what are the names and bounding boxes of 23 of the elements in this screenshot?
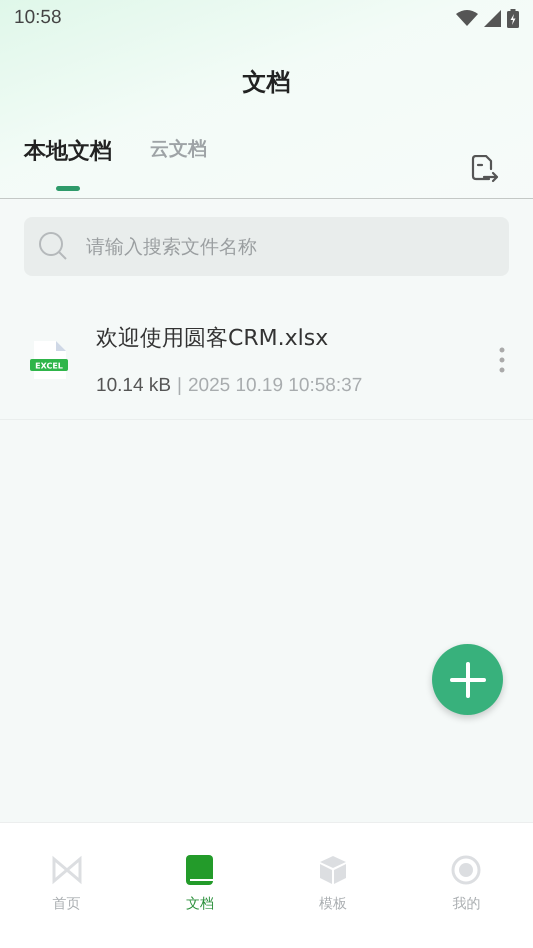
signal-icon xyxy=(484,10,501,26)
add-button[interactable] xyxy=(432,644,503,715)
bowtie-icon xyxy=(50,853,84,887)
plus-icon xyxy=(450,662,486,698)
nav-tab[interactable]: 首页 xyxy=(0,853,134,913)
tab[interactable]: 本地文档 xyxy=(24,128,112,197)
search-icon xyxy=(38,231,68,261)
file-name: 欢迎使用圆客CRM.xlsx xyxy=(96,325,330,353)
more-icon xyxy=(499,347,505,373)
search-field[interactable]: 请输入搜索文件名称 xyxy=(24,217,509,276)
file-date: 2025 10.19 10:58:37 xyxy=(188,375,362,397)
tab[interactable]: 云文档 xyxy=(150,128,207,197)
target-icon xyxy=(449,853,484,887)
wifi-icon xyxy=(456,10,478,26)
status-time: 10:58 xyxy=(14,7,62,29)
file-row[interactable]: EXCEL 欢迎使用圆客CRM.xlsx 10.14 kB | 2025 10.19 10:58:37 xyxy=(0,301,533,420)
separator: | xyxy=(177,375,182,397)
nav-tab[interactable]: 我的 xyxy=(400,853,533,913)
nav-tab[interactable]: 模板 xyxy=(266,853,400,913)
page-title: 文档 xyxy=(242,67,290,98)
battery-icon xyxy=(507,8,519,28)
nav-tab[interactable]: 文档 xyxy=(133,853,266,913)
file-size: 10.14 kB xyxy=(96,375,171,397)
